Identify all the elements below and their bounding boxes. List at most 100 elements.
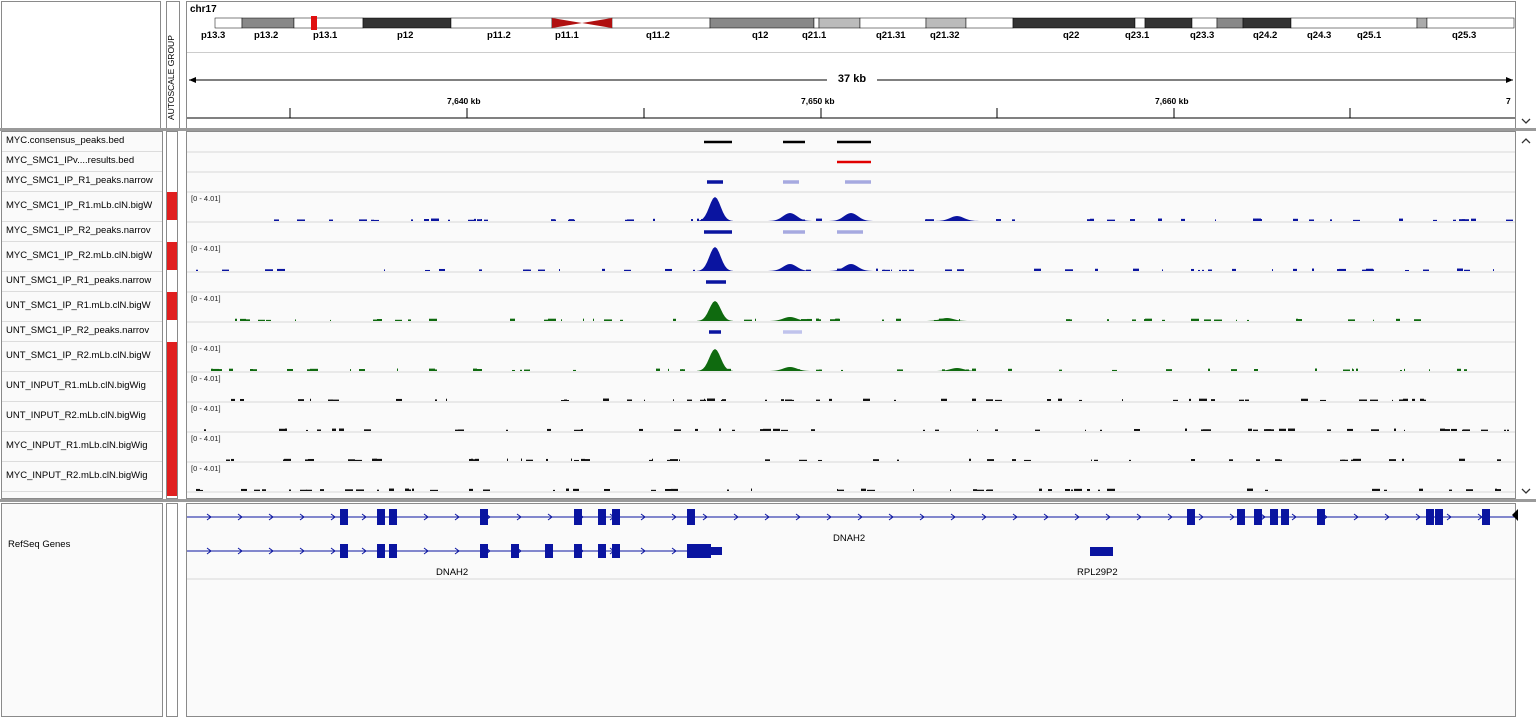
- signal-peak-9-1: [768, 367, 812, 371]
- peak-0-1: [783, 140, 805, 144]
- exon-lower-6: [574, 544, 582, 558]
- signal-noise: [1008, 369, 1012, 371]
- signal-peak-5-1: [768, 264, 812, 271]
- signal-noise: [359, 219, 367, 221]
- signal-noise: [816, 318, 819, 321]
- peak-4-1: [783, 230, 805, 234]
- signal-noise: [977, 429, 978, 431]
- signal-noise: [1090, 218, 1094, 221]
- track-name-4[interactable]: MYC_SMC1_IP_R2_peaks.narrov: [6, 225, 162, 236]
- track-name-8[interactable]: UNT_SMC1_IP_R2_peaks.narrov: [6, 325, 162, 336]
- track-name-12[interactable]: MYC_INPUT_R1.mLb.clN.bigWig: [6, 440, 162, 451]
- signal-noise: [986, 399, 993, 401]
- ruler-panel: chr17 p13.3 p13.2 p13.1 p12 p11.2 p11.1 q11.2 q…: [186, 1, 1516, 129]
- gene-label-dnah2-lower[interactable]: DNAH2: [436, 567, 468, 578]
- signal-noise: [1191, 268, 1194, 271]
- scroll-up-icon[interactable]: [1521, 136, 1531, 146]
- signal-noise: [909, 269, 914, 271]
- signal-noise: [583, 318, 584, 321]
- signal-noise: [574, 459, 579, 461]
- signal-noise: [574, 429, 581, 431]
- signal-noise: [674, 429, 681, 431]
- signal-noise: [559, 269, 560, 271]
- refseq-track-name[interactable]: RefSeq Genes: [8, 539, 164, 550]
- signal-noise: [781, 429, 788, 431]
- signal-noise: [1204, 319, 1211, 321]
- signal-noise: [1337, 269, 1342, 271]
- data-panel[interactable]: [0 - 4.01] [0 - 4.01] [0 - 4.01] [0 - 4.01]…: [186, 131, 1516, 499]
- signal-noise: [571, 458, 572, 461]
- cytoband-label-12: q23.1: [1125, 30, 1150, 41]
- exon-upper-1: [377, 509, 385, 525]
- signal-noise: [512, 369, 515, 371]
- gene-label-dnah2-upper[interactable]: DNAH2: [833, 533, 865, 544]
- track-name-divider: [2, 291, 162, 292]
- signal-noise: [652, 458, 653, 461]
- signal-noise: [395, 319, 402, 321]
- signal-noise: [412, 488, 414, 491]
- signal-noise: [1071, 489, 1073, 491]
- signal-noise: [265, 269, 273, 271]
- exon-upper-14: [1426, 509, 1434, 525]
- signal-noise: [792, 399, 794, 401]
- track-name-7[interactable]: UNT_SMC1_IP_R1.mLb.clN.bigW: [6, 300, 162, 311]
- peak-8-0: [709, 330, 721, 334]
- signal-noise: [481, 218, 482, 221]
- signal-noise: [687, 399, 692, 401]
- track-name-6[interactable]: UNT_SMC1_IP_R1_peaks.narrow: [6, 275, 162, 286]
- signal-noise: [1094, 459, 1098, 461]
- signal-noise: [1100, 429, 1102, 431]
- signal-noise: [1347, 428, 1353, 431]
- exon-lower-8: [612, 544, 620, 558]
- signal-noise: [897, 459, 899, 461]
- track-name-10[interactable]: UNT_INPUT_R1.mLb.clN.bigWig: [6, 380, 162, 391]
- ideogram[interactable]: p13.3 p13.2 p13.1 p12 p11.2 p11.1 q11.2 q12 q21.…: [187, 2, 1515, 42]
- feature-panel[interactable]: DNAH2 DNAH2 RPL29P2: [186, 503, 1516, 717]
- signal-noise: [1034, 268, 1041, 271]
- exon-upper-6: [612, 509, 620, 525]
- track-canvas[interactable]: [0 - 4.01] [0 - 4.01] [0 - 4.01] [0 - 4.01]…: [187, 132, 1515, 498]
- signal-noise: [644, 399, 645, 401]
- signal-noise: [397, 368, 398, 371]
- track-name-9[interactable]: UNT_SMC1_IP_R2.mLb.clN.bigW: [6, 350, 162, 361]
- signal-noise: [455, 429, 463, 431]
- signal-noise: [1402, 458, 1404, 461]
- signal-noise: [721, 399, 726, 401]
- signal-noise: [671, 488, 678, 491]
- signal-noise: [546, 458, 548, 461]
- signal-noise: [553, 489, 555, 491]
- track-name-1[interactable]: MYC_SMC1_IPv....results.bed: [6, 155, 162, 166]
- signal-noise: [682, 369, 685, 371]
- gene-label-rpl29p2[interactable]: RPL29P2: [1077, 567, 1118, 578]
- signal-peak-5-0: [697, 247, 733, 271]
- signal-noise: [374, 458, 382, 461]
- signal-noise: [196, 269, 198, 271]
- track-name-5[interactable]: MYC_SMC1_IP_R2.mLb.clN.bigW: [6, 250, 162, 261]
- cytoband-label-17: q25.3: [1452, 30, 1476, 41]
- signal-noise: [1506, 219, 1513, 221]
- track-name-3[interactable]: MYC_SMC1_IP_R1.mLb.clN.bigW: [6, 200, 162, 211]
- tick-label-3: 7,660 kb: [1155, 96, 1189, 106]
- signal-noise: [274, 219, 279, 221]
- signal-noise: [297, 219, 305, 221]
- cytoband-8: [813, 17, 820, 29]
- cytoband-label-15: q24.3: [1307, 30, 1331, 41]
- track-name-0[interactable]: MYC.consensus_peaks.bed: [6, 135, 162, 146]
- signal-noise: [561, 319, 562, 321]
- signal-peak-7-2: [925, 318, 969, 321]
- exon-upper-10: [1254, 509, 1262, 525]
- signal-noise: [799, 459, 807, 461]
- feature-attribute-panel: [166, 503, 178, 717]
- signal-noise: [620, 319, 623, 321]
- signal-noise: [573, 488, 579, 491]
- track-name-11[interactable]: UNT_INPUT_R2.mLb.clN.bigWig: [6, 410, 162, 421]
- expand-right-icon[interactable]: [1511, 508, 1519, 522]
- track-name-2[interactable]: MYC_SMC1_IP_R1_peaks.narrow: [6, 175, 162, 186]
- signal-noise: [1048, 489, 1052, 491]
- track-name-13[interactable]: MYC_INPUT_R2.mLb.clN.bigWig: [6, 470, 162, 481]
- scroll-down-icon-2[interactable]: [1521, 486, 1531, 496]
- divider-2[interactable]: [0, 499, 1536, 502]
- scroll-down-icon[interactable]: [1521, 116, 1531, 126]
- signal-noise: [695, 428, 698, 431]
- signal-noise: [1348, 319, 1355, 321]
